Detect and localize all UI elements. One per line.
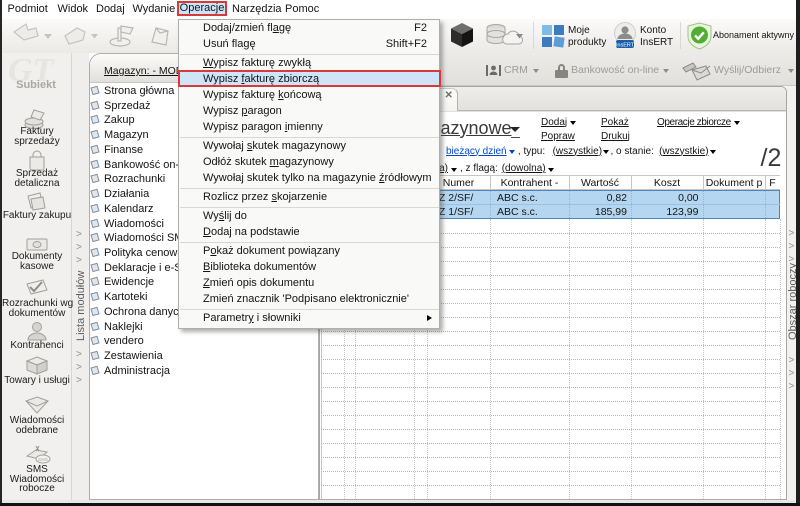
svg-text:SMS: SMS	[38, 457, 48, 462]
svg-text:InsERT: InsERT	[616, 43, 635, 49]
